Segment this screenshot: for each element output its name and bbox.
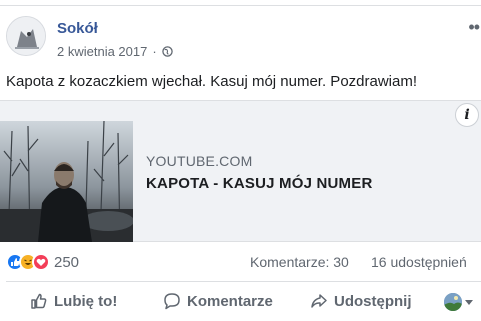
share-label: Udostępnij bbox=[334, 292, 412, 310]
link-title[interactable]: KAPOTA - KASUJ MÓJ NUMER bbox=[146, 175, 372, 192]
post-actions: Lubię to! Komentarze Udostępnij bbox=[0, 289, 481, 317]
comment-button[interactable]: Komentarze bbox=[163, 292, 273, 310]
comment-icon bbox=[164, 293, 180, 310]
like-button[interactable]: Lubię to! bbox=[30, 292, 117, 310]
comment-label: Komentarze bbox=[187, 292, 273, 310]
comments-count[interactable]: Komentarze: 30 bbox=[250, 254, 349, 270]
post-stats: 250 Komentarze: 30 16 udostępnień bbox=[6, 252, 481, 274]
share-icon bbox=[311, 294, 327, 308]
post-header: Sokół 2 kwietnia 2017 · •• bbox=[6, 16, 481, 62]
post-text: Kapota z kozaczkiem wjechał. Kasuj mój n… bbox=[6, 73, 418, 90]
link-source: YOUTUBE.COM bbox=[146, 153, 253, 169]
page-avatar-icon bbox=[444, 293, 462, 311]
avatar[interactable] bbox=[6, 16, 46, 56]
more-options-icon[interactable]: •• bbox=[468, 18, 480, 36]
post-as-selector[interactable] bbox=[444, 293, 473, 311]
actions-divider bbox=[6, 281, 481, 282]
share-button[interactable]: Udostępnij bbox=[310, 292, 412, 310]
like-label: Lubię to! bbox=[54, 292, 118, 310]
author-name[interactable]: Sokół bbox=[57, 20, 98, 37]
post-date[interactable]: 2 kwietnia 2017 bbox=[57, 44, 147, 59]
chevron-down-icon bbox=[465, 299, 473, 305]
video-thumbnail[interactable] bbox=[0, 121, 133, 242]
top-divider bbox=[0, 0, 481, 6]
thumbs-up-icon bbox=[31, 293, 47, 309]
reactions-summary[interactable]: 250 bbox=[6, 253, 79, 271]
love-icon bbox=[32, 253, 50, 271]
reaction-count: 250 bbox=[54, 253, 80, 271]
info-icon[interactable]: i bbox=[455, 103, 479, 127]
meta-separator: · bbox=[152, 44, 157, 59]
globe-icon bbox=[161, 46, 173, 57]
post-meta: 2 kwietnia 2017 · bbox=[57, 44, 173, 59]
link-preview-card[interactable]: YOUTUBE.COM KAPOTA - KASUJ MÓJ NUMER i bbox=[0, 100, 481, 242]
shares-count[interactable]: 16 udostępnień bbox=[371, 254, 467, 270]
